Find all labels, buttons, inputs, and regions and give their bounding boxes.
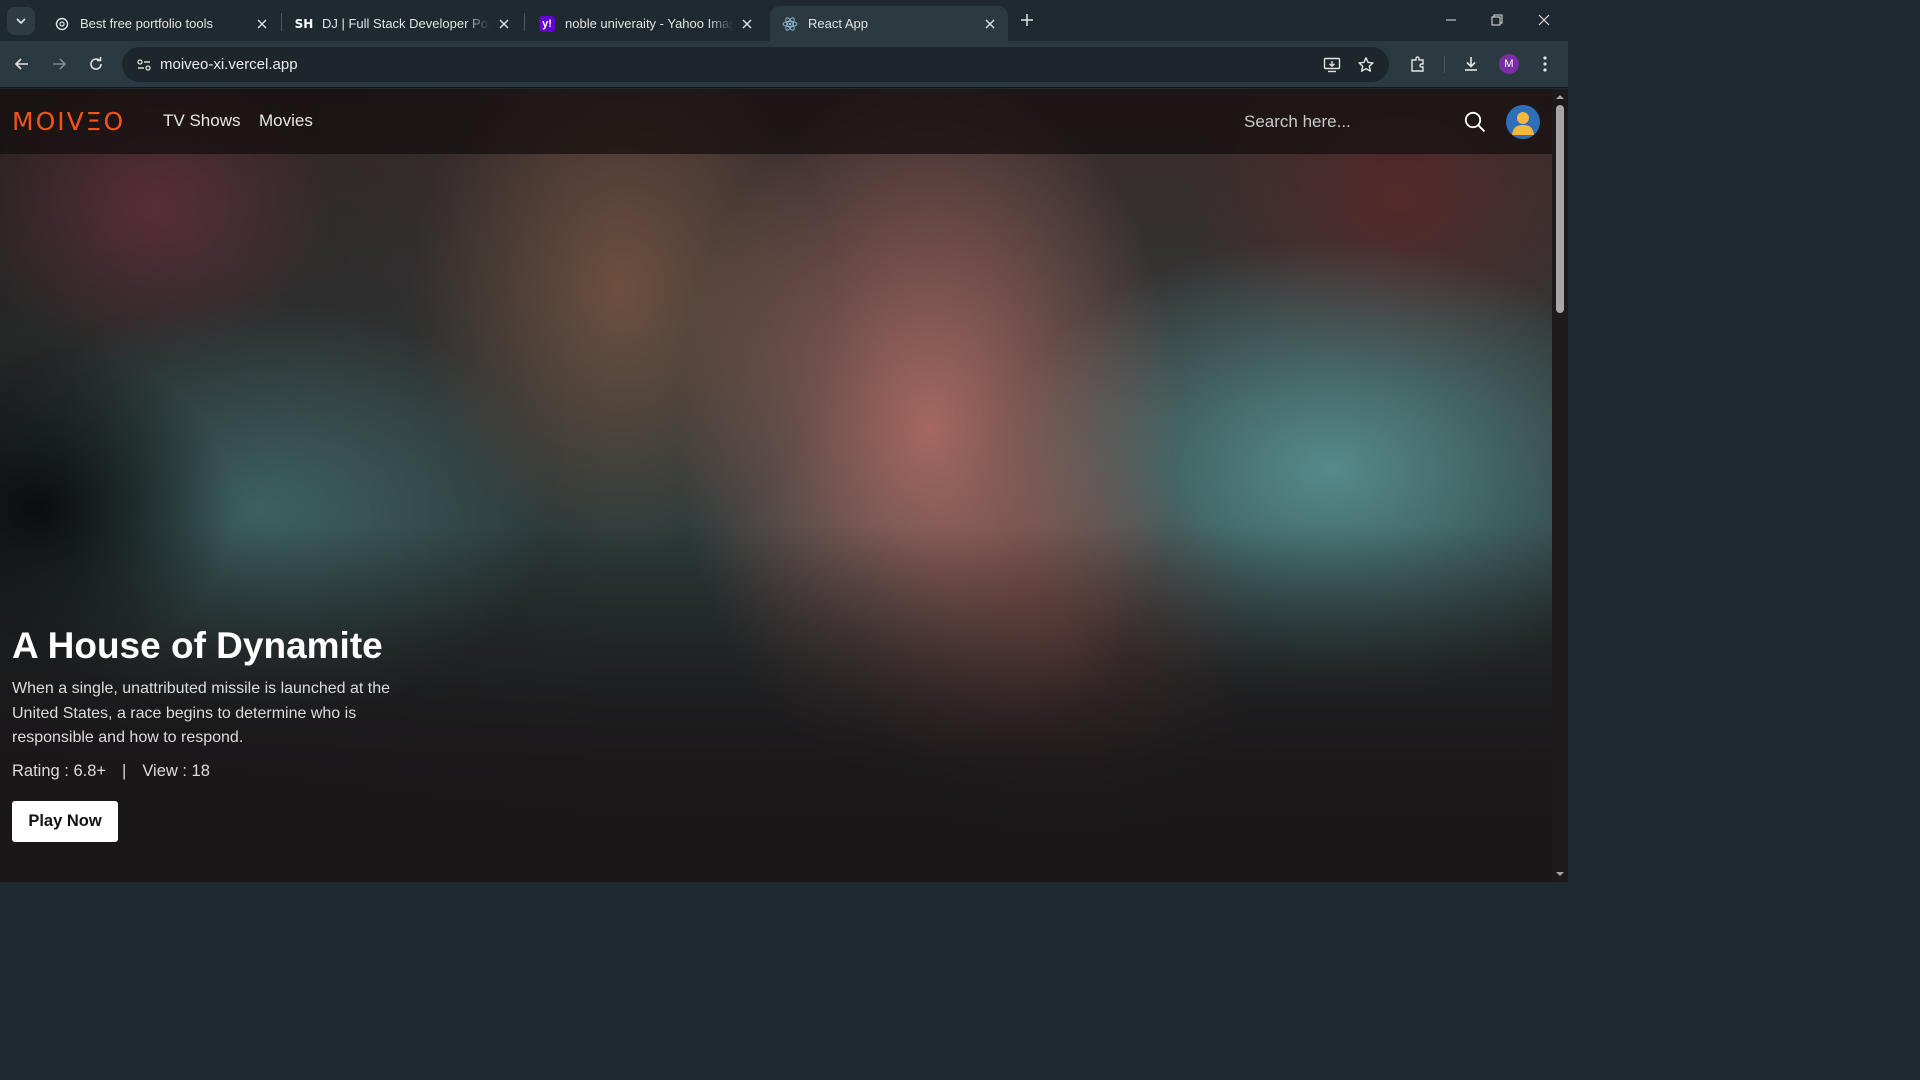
profile-avatar[interactable]: M [1499, 54, 1519, 74]
address-bar[interactable]: moiveo-xi.vercel.app [122, 47, 1389, 82]
arrow-right-icon [53, 58, 67, 70]
hero-meta: Rating : 6.8+ | View : 18 [12, 762, 210, 781]
views-text: View : 18 [142, 762, 210, 780]
search-button[interactable] [1462, 109, 1488, 135]
tab-title: Best free portfolio tools [80, 16, 213, 31]
tab-title: React App [808, 16, 868, 31]
back-button[interactable] [8, 50, 36, 78]
minimize-button[interactable] [1428, 0, 1474, 40]
scroll-up-arrow-icon[interactable] [1555, 92, 1565, 102]
search-input[interactable] [1244, 107, 1444, 137]
browser-tab[interactable]: SH DJ | Full Stack Developer Portfolio [284, 6, 522, 41]
scroll-down-arrow-icon[interactable] [1555, 869, 1565, 879]
nav-link-tv-shows[interactable]: TV Shows [163, 111, 240, 131]
minimize-icon [1446, 19, 1456, 21]
site-info-icon[interactable] [130, 51, 158, 79]
site-logo[interactable]: MOIVΞO [12, 107, 125, 136]
nav-link-movies[interactable]: Movies [259, 111, 313, 131]
hero-title: A House of Dynamite [12, 625, 383, 666]
scroll-thumb[interactable] [1556, 105, 1564, 313]
rating-text: Rating : 6.8+ [12, 762, 107, 780]
tab-search-button[interactable] [7, 7, 35, 35]
install-app-icon[interactable] [1318, 51, 1346, 79]
restore-button[interactable] [1474, 0, 1520, 40]
sh-logo-icon: SH [294, 16, 314, 31]
tab-divider [524, 13, 525, 31]
chevron-down-icon [16, 18, 26, 25]
react-icon [782, 16, 798, 32]
openai-icon [54, 16, 70, 32]
kebab-menu-icon [1543, 56, 1547, 72]
new-tab-button[interactable] [1015, 8, 1039, 32]
arrow-left-icon [14, 58, 28, 70]
browser-tab[interactable]: y! noble univeraity - Yahoo Images [527, 6, 765, 41]
page-scrollbar[interactable] [1552, 89, 1568, 882]
site-header: MOIVΞO TV Shows Movies [0, 89, 1552, 154]
browser-toolbar: moiveo-xi.vercel.app [0, 41, 1568, 88]
user-avatar[interactable] [1506, 105, 1540, 139]
extensions-button[interactable] [1404, 50, 1432, 78]
yahoo-icon: y! [539, 15, 555, 32]
downloads-button[interactable] [1457, 50, 1485, 78]
hero-gradient-overlay [0, 89, 1552, 882]
close-icon [1538, 14, 1550, 26]
restore-icon [1491, 14, 1503, 26]
page-viewport: MOIVΞO TV Shows Movies A House of Dynami… [0, 89, 1552, 882]
close-icon[interactable] [254, 16, 270, 32]
puzzle-icon [1411, 56, 1424, 72]
reload-button[interactable] [82, 50, 110, 78]
hero-description: When a single, unattributed missile is l… [12, 680, 390, 746]
window-close-button[interactable] [1521, 0, 1567, 40]
browser-tab[interactable]: Best free portfolio tools [42, 6, 280, 41]
plus-icon [1021, 14, 1033, 26]
url-text[interactable]: moiveo-xi.vercel.app [160, 56, 298, 73]
forward-button[interactable] [45, 50, 73, 78]
bookmark-star-icon[interactable] [1352, 51, 1380, 79]
toolbar-divider [1444, 56, 1445, 73]
meta-separator: | [122, 762, 127, 780]
download-icon [1465, 57, 1477, 71]
close-icon[interactable] [739, 16, 755, 32]
tab-title: DJ | Full Stack Developer Portfolio [322, 16, 490, 31]
browser-tab-active[interactable]: React App [770, 6, 1008, 41]
close-icon[interactable] [982, 16, 998, 32]
close-icon[interactable] [496, 16, 512, 32]
play-now-button[interactable]: Play Now [12, 801, 118, 842]
tab-title: noble univeraity - Yahoo Images [565, 16, 733, 31]
reload-icon [90, 57, 102, 70]
tab-divider [281, 13, 282, 31]
menu-button[interactable] [1531, 50, 1559, 78]
user-icon [1512, 112, 1534, 135]
search-icon [1464, 111, 1486, 133]
tab-strip: Best free portfolio tools SH DJ | Full S… [0, 0, 1568, 41]
